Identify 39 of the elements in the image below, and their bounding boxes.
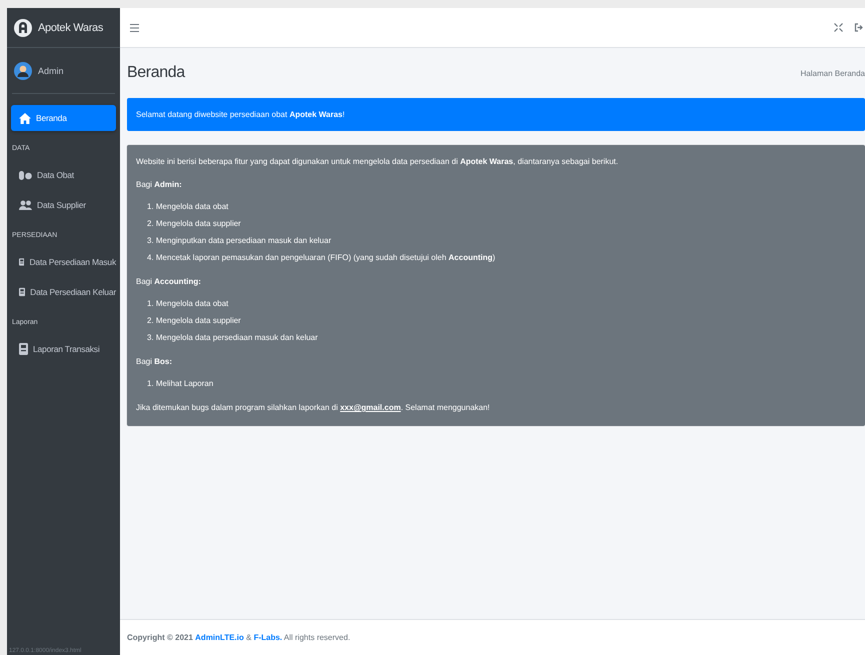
home-icon [19,112,31,124]
nav-item[interactable]: Data Supplier [11,192,116,218]
avatar-icon [14,62,32,80]
footer-link[interactable]: AdminLTE.io [195,633,244,642]
closing-text: Jika ditemukan bugs dalam program silahkan laporkan di xxx@gmail.com. Selamat menggunakan! [136,403,491,412]
copyright-text: Copyright © 2021 AdminLTE.io & F-Labs. All rights reserved. [127,633,350,642]
breadcrumb[interactable]: Halaman Beranda [800,68,865,78]
intro-text: Website ini berisi beberapa fitur yang dapat digunakan untuk mengelola data persediaan di Apotek Waras, diantaranya sebagai berikut. [136,157,620,166]
list-item: 4. Mencetak laporan pemasukan dan pengeluaran (FIFO) (yang sudah disetujui oleh Accounting) [147,252,496,263]
users-icon [19,200,32,210]
document-icon [19,286,26,298]
nav-item[interactable]: Beranda [11,105,116,131]
list-item: 3. Mengelola data persediaan masuk dan keluar [147,332,319,343]
list-item: 2. Mengelola data supplier [147,315,242,326]
welcome-alert: Selamat datang diwebsite persediaan obat Apotek Waras! [127,98,865,131]
nav-item[interactable]: Laporan Transaksi [11,336,116,362]
list-item: 1. Mengelola data obat [147,298,230,309]
document-icon [19,256,24,268]
list-item: 1. Mengelola data obat [147,201,230,212]
menu-icon[interactable] [130,24,139,32]
user-name[interactable]: Admin [38,66,64,76]
role-heading: Bagi Accounting: [136,277,202,286]
list-item: 3. Menginputkan data persediaan masuk dan keluar [147,235,332,246]
footer-link[interactable]: F-Labs. [254,633,282,642]
expand-icon[interactable] [834,23,843,32]
page-title: Beranda [127,64,185,82]
brand-logo [14,18,32,36]
list-item: 1. Melihat Laporan [147,378,214,389]
email-link[interactable]: xxx@gmail.com [340,403,401,412]
nav-item[interactable]: Data Obat [11,162,116,188]
document-icon [19,343,28,355]
role-heading: Bagi Bos: [136,357,174,366]
nav-item[interactable]: Data Persediaan Keluar [11,279,116,305]
nav-item[interactable]: Data Persediaan Masuk [11,249,116,275]
role-heading: Bagi Admin: [136,180,183,189]
list-item: 2. Mengelola data supplier [147,218,242,229]
logout-icon[interactable] [854,23,863,32]
brand-name[interactable]: Apotek Waras [38,22,104,34]
pills-icon [19,170,32,180]
